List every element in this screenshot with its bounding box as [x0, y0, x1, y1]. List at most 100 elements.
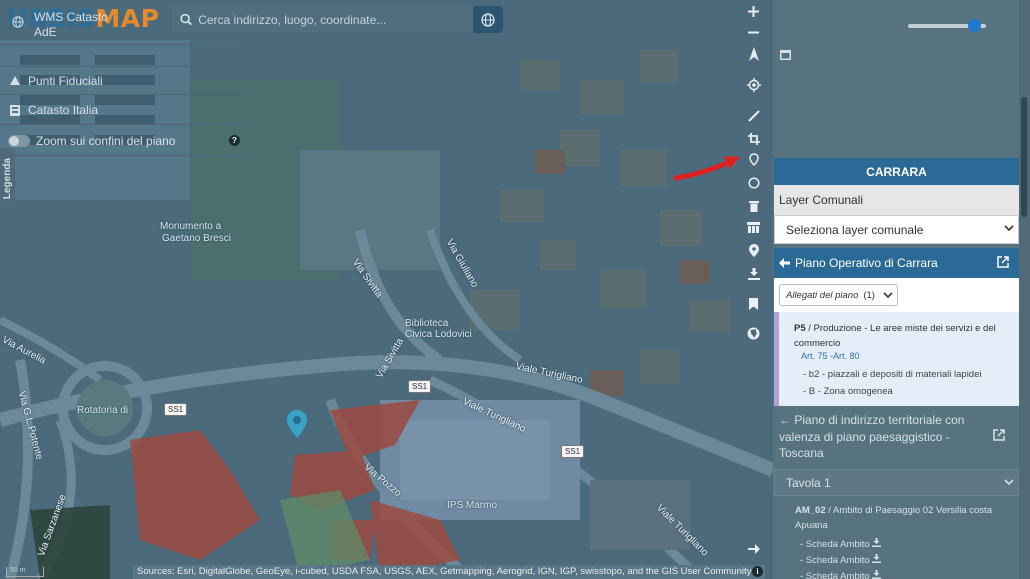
map-label-biblioteca-name: Civica Lodovici	[405, 329, 472, 340]
wms-catasto-row: WMS Catasto AdE	[0, 0, 246, 45]
zone-code: P5	[794, 323, 806, 334]
map-label-roundabout: Rotatoria di	[77, 405, 129, 416]
triangle-icon	[10, 76, 20, 85]
measure-button[interactable]	[742, 104, 765, 127]
locate-button[interactable]	[742, 73, 765, 96]
arrow-left-icon	[779, 258, 790, 268]
download-icon	[872, 538, 882, 547]
globe-icon	[481, 12, 495, 27]
marker-outline-icon	[748, 153, 759, 166]
download-icon	[872, 570, 882, 579]
map-sheet-icon	[10, 104, 20, 116]
measure-line-icon	[747, 109, 760, 122]
legenda-label: Legenda	[2, 158, 13, 200]
zoom-confini-label: Zoom sui confini del piano	[36, 133, 176, 148]
scheda-ambito-link[interactable]: - Scheda Ambito	[800, 570, 882, 579]
arrow-right-icon	[747, 543, 760, 554]
info-icon[interactable]: i	[752, 566, 763, 577]
compass-icon	[748, 46, 759, 61]
pin-icon	[748, 244, 759, 257]
download-icon	[747, 267, 760, 280]
table-icon[interactable]	[780, 50, 791, 60]
zone-line-b2: - b2 - piazzali e depositi di materiali …	[803, 369, 982, 380]
tavola-value: Tavola 1	[786, 475, 831, 490]
ambito-code: AM_02	[795, 505, 826, 516]
map-label-monument-name: Gaetano Bresci	[162, 233, 231, 244]
legenda-tab[interactable]: Legenda	[0, 148, 15, 210]
location-pin-icon[interactable]	[287, 410, 307, 438]
draw-marker-button[interactable]	[742, 148, 765, 171]
panel-scroll-track[interactable]	[1019, 0, 1030, 579]
zoom-in-button[interactable]	[742, 0, 765, 23]
download-button[interactable]	[742, 262, 765, 285]
help-icon[interactable]: ?	[229, 135, 240, 146]
expand-button[interactable]	[742, 537, 765, 560]
pit-title: Piano di indirizzo territoriale con vale…	[779, 413, 965, 460]
basemap-button[interactable]	[742, 322, 765, 345]
zoom-in-icon	[748, 6, 759, 17]
panel-scrollbar[interactable]	[1021, 97, 1027, 217]
external-link-icon[interactable]	[997, 256, 1009, 268]
layers-icon	[747, 222, 760, 233]
download-icon	[872, 554, 882, 563]
globe-icon	[747, 327, 760, 340]
trash-icon	[748, 200, 759, 212]
annotation-arrow	[673, 156, 740, 181]
piano-operativo-title: Piano Operativo di Carrara	[795, 256, 938, 270]
pin-button[interactable]	[742, 239, 765, 262]
carrara-header: CARRARA	[774, 158, 1019, 185]
piano-operativo-header[interactable]: Piano Operativo di Carrara	[774, 248, 1019, 278]
punti-fiduciali-label: Punti Fiduciali	[28, 73, 103, 88]
crop-button[interactable]	[742, 127, 765, 150]
punti-fiduciali-row[interactable]: Punti Fiduciali	[0, 66, 246, 95]
search-globe-button[interactable]	[473, 6, 503, 33]
chevron-down-icon	[1004, 479, 1014, 486]
pit-header[interactable]: ← Piano di indirizzo territoriale con va…	[779, 412, 994, 462]
circle-icon	[747, 176, 760, 189]
chevron-down-icon	[1004, 225, 1014, 232]
delete-button[interactable]	[742, 194, 765, 217]
tavola-select[interactable]: Tavola 1	[774, 469, 1019, 496]
catasto-italia-label: Catasto Italia	[28, 103, 99, 117]
crop-icon	[747, 132, 760, 145]
map-label-monument: Monumento a	[160, 221, 222, 232]
allegati-label: Allegati del piano	[786, 289, 859, 301]
road-shield-ss1: SS1	[164, 403, 188, 416]
layer-comunali-label: Layer Comunali	[774, 185, 1019, 215]
attribution-text: Sources: Esri, DigitalGlobe, GeoEye, i-c…	[137, 566, 752, 577]
external-link-icon[interactable]	[993, 429, 1005, 441]
catasto-italia-row[interactable]: Catasto Italia	[0, 96, 246, 125]
zone-description: P5 / Produzione - Le aree miste dei serv…	[794, 321, 1019, 351]
select-layer-value: Seleziona layer comunale	[786, 222, 924, 237]
scheda-ambito-link[interactable]: - Scheda Ambito	[800, 538, 882, 550]
layers-button[interactable]	[742, 216, 765, 239]
map-scale: 50 m	[6, 567, 44, 577]
select-layer-comunale[interactable]: Seleziona layer comunale	[774, 215, 1019, 244]
road-shield-ss1: SS1	[561, 445, 585, 458]
map-label-ips: IPS Marmo	[447, 500, 498, 511]
zone-card: P5 / Produzione - Le aree miste dei serv…	[774, 312, 1019, 406]
road-shield-ss1: SS1	[408, 380, 432, 393]
allegati-count: (1)	[863, 289, 875, 301]
map-label-biblioteca: Biblioteca	[405, 318, 449, 329]
draw-circle-button[interactable]	[742, 171, 765, 194]
allegati-dropdown[interactable]: Allegati del piano (1)	[779, 284, 898, 306]
locate-icon	[746, 77, 761, 92]
chevron-down-icon	[883, 292, 893, 299]
compass-button[interactable]	[742, 42, 765, 65]
wms-opacity-slider[interactable]	[908, 19, 986, 32]
zone-articles-link[interactable]: Art. 75 -Art. 80	[801, 351, 860, 361]
zone-line-b: - B - Zona omogenea	[803, 386, 893, 397]
ambito-description: AM_02 / Ambito di Paesaggio 02 Versilia …	[795, 503, 1010, 533]
bookmark-button[interactable]	[742, 292, 765, 315]
map-attribution: Sources: Esri, DigitalGlobe, GeoEye, i-c…	[133, 565, 765, 579]
bookmark-icon	[749, 297, 758, 310]
zoom-confini-row: Zoom sui confini del piano ?	[0, 126, 246, 156]
panel-spacer	[0, 44, 246, 66]
zoom-confini-toggle[interactable]	[8, 134, 30, 147]
scheda-ambito-link[interactable]: - Scheda Ambito	[800, 554, 882, 566]
zoom-out-button[interactable]	[742, 21, 765, 44]
globe-icon	[12, 16, 24, 28]
wms-catasto-label: WMS Catasto AdE	[34, 10, 109, 39]
zone-desc: / Produzione - Le aree miste dei servizi…	[794, 323, 996, 349]
